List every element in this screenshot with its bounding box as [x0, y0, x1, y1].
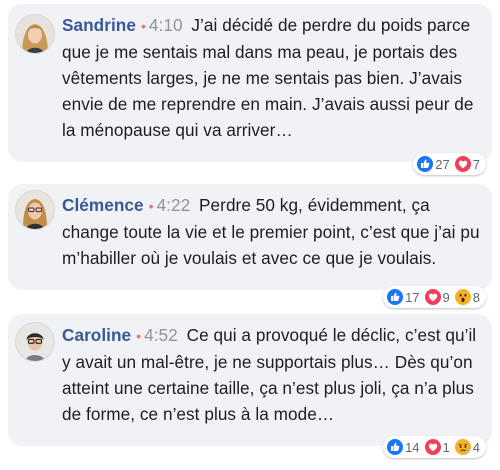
like-icon [387, 439, 404, 455]
like-count: 27 [435, 156, 450, 172]
separator-dot: • [140, 18, 146, 34]
love-count: 9 [442, 289, 450, 305]
like-count: 14 [405, 439, 420, 455]
separator-dot: • [136, 328, 142, 344]
love-icon [424, 439, 441, 455]
comment-time[interactable]: 4:22 [157, 195, 191, 215]
sad-icon [454, 439, 471, 455]
reaction-summary[interactable]: 27 7 [413, 153, 486, 175]
avatar[interactable] [15, 14, 55, 54]
comment-bubble: Clémence • 4:22 Perdre 50 kg, évidemment, … [8, 184, 492, 290]
love-count: 1 [442, 439, 450, 455]
love-icon [424, 289, 441, 305]
comment-time[interactable]: 4:10 [149, 15, 183, 35]
wow-count: 8 [472, 289, 480, 305]
love-count: 7 [472, 156, 480, 172]
like-icon [417, 156, 434, 172]
reaction-summary[interactable]: 14 1 4 [383, 436, 486, 458]
comment-time[interactable]: 4:52 [144, 325, 178, 345]
separator-dot: • [148, 198, 154, 214]
avatar[interactable] [15, 190, 55, 230]
sad-count: 4 [472, 439, 480, 455]
comment-bubble: Sandrine • 4:10 J’ai décidé de perdre du p… [8, 4, 492, 162]
like-icon [387, 289, 404, 305]
comment-author[interactable]: Clémence [62, 195, 144, 215]
reaction-summary[interactable]: 17 9 8 [383, 286, 486, 308]
wow-icon [454, 289, 471, 305]
love-icon [454, 156, 471, 172]
avatar[interactable] [15, 322, 55, 362]
comment-author[interactable]: Sandrine [62, 15, 136, 35]
like-count: 17 [405, 289, 420, 305]
comment-author[interactable]: Caroline [62, 325, 131, 345]
comment-bubble: Caroline • 4:52 Ce qui a provoqué le décli… [8, 314, 492, 446]
